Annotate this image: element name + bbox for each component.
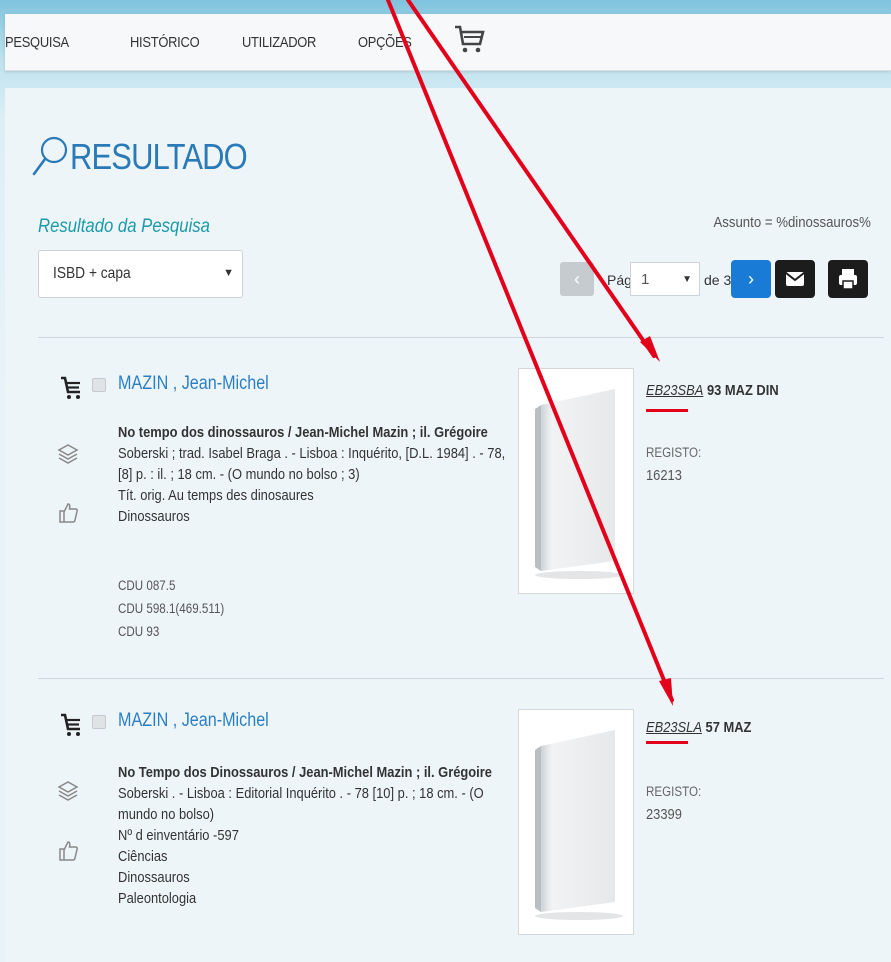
annotation-arrows <box>386 0 674 706</box>
arrowhead-icon <box>659 678 673 706</box>
